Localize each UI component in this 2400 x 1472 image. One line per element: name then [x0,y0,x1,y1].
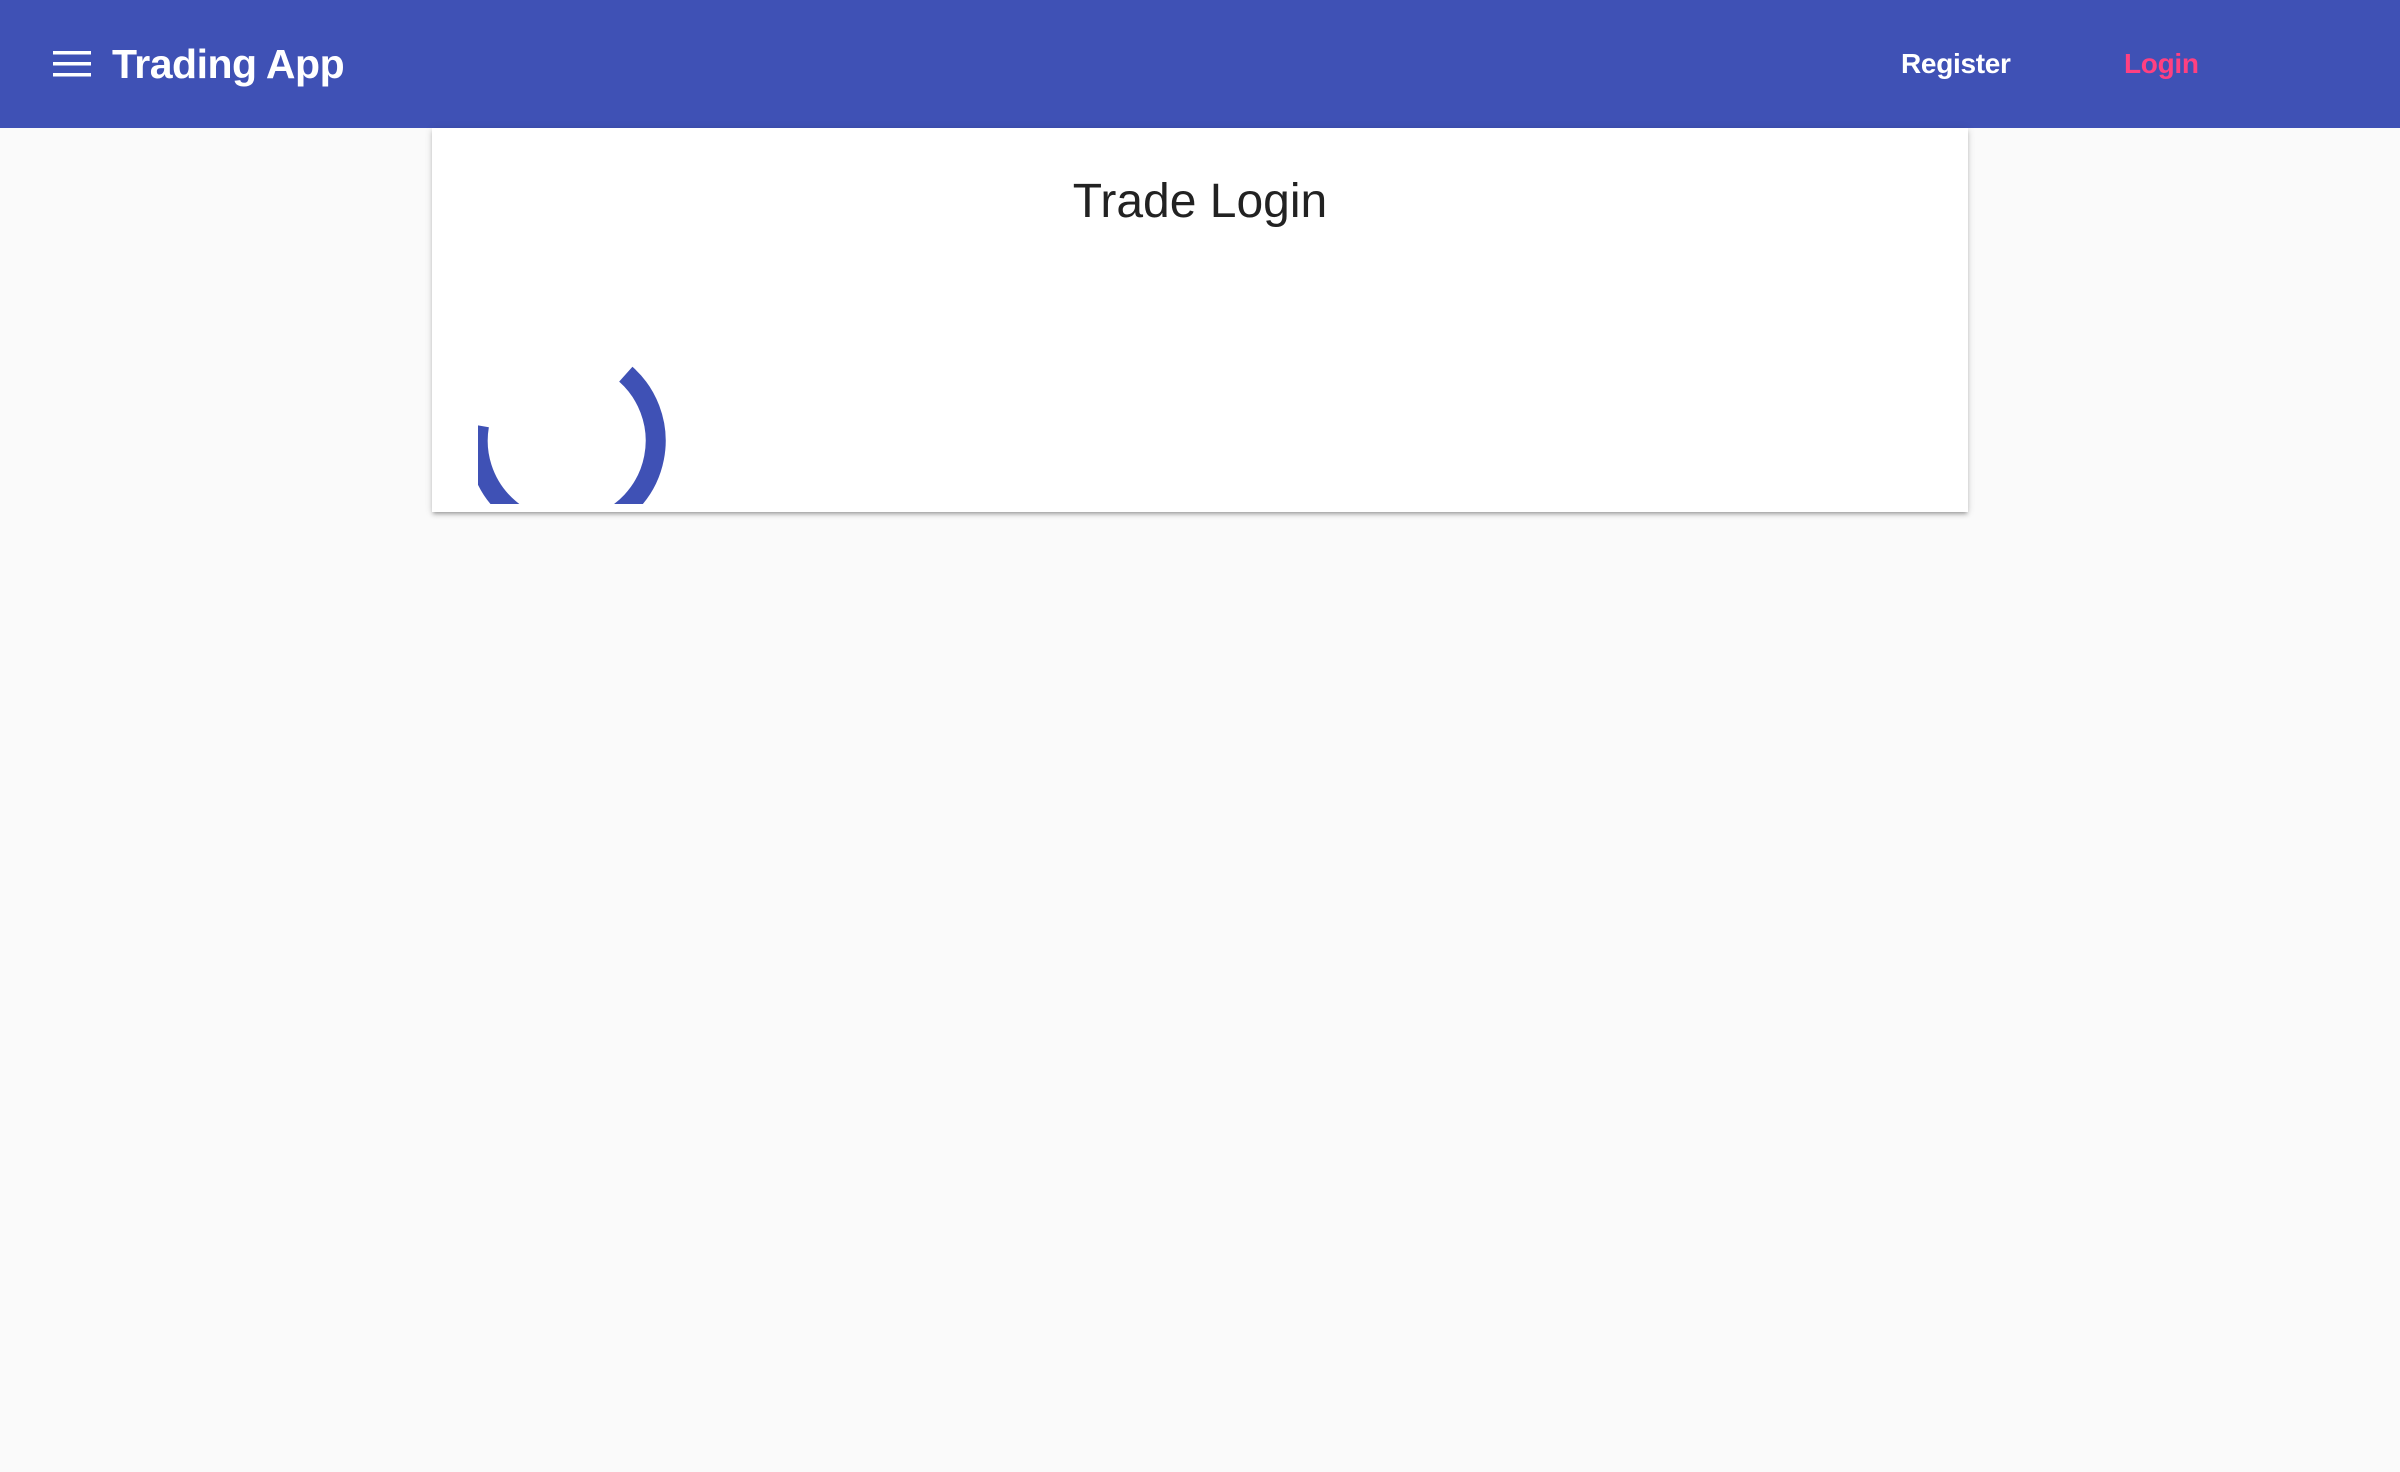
progress-spinner-icon [478,366,666,504]
card-title: Trade Login [1072,175,1328,228]
register-link[interactable]: Register [1901,36,2011,92]
top-toolbar: Trading App Register Login [0,0,2400,128]
menu-button[interactable] [40,40,104,88]
login-card: Trade Login [432,128,1968,512]
login-link[interactable]: Login [2124,36,2199,92]
menu-icon [53,51,91,77]
app-title: Trading App [112,41,345,87]
